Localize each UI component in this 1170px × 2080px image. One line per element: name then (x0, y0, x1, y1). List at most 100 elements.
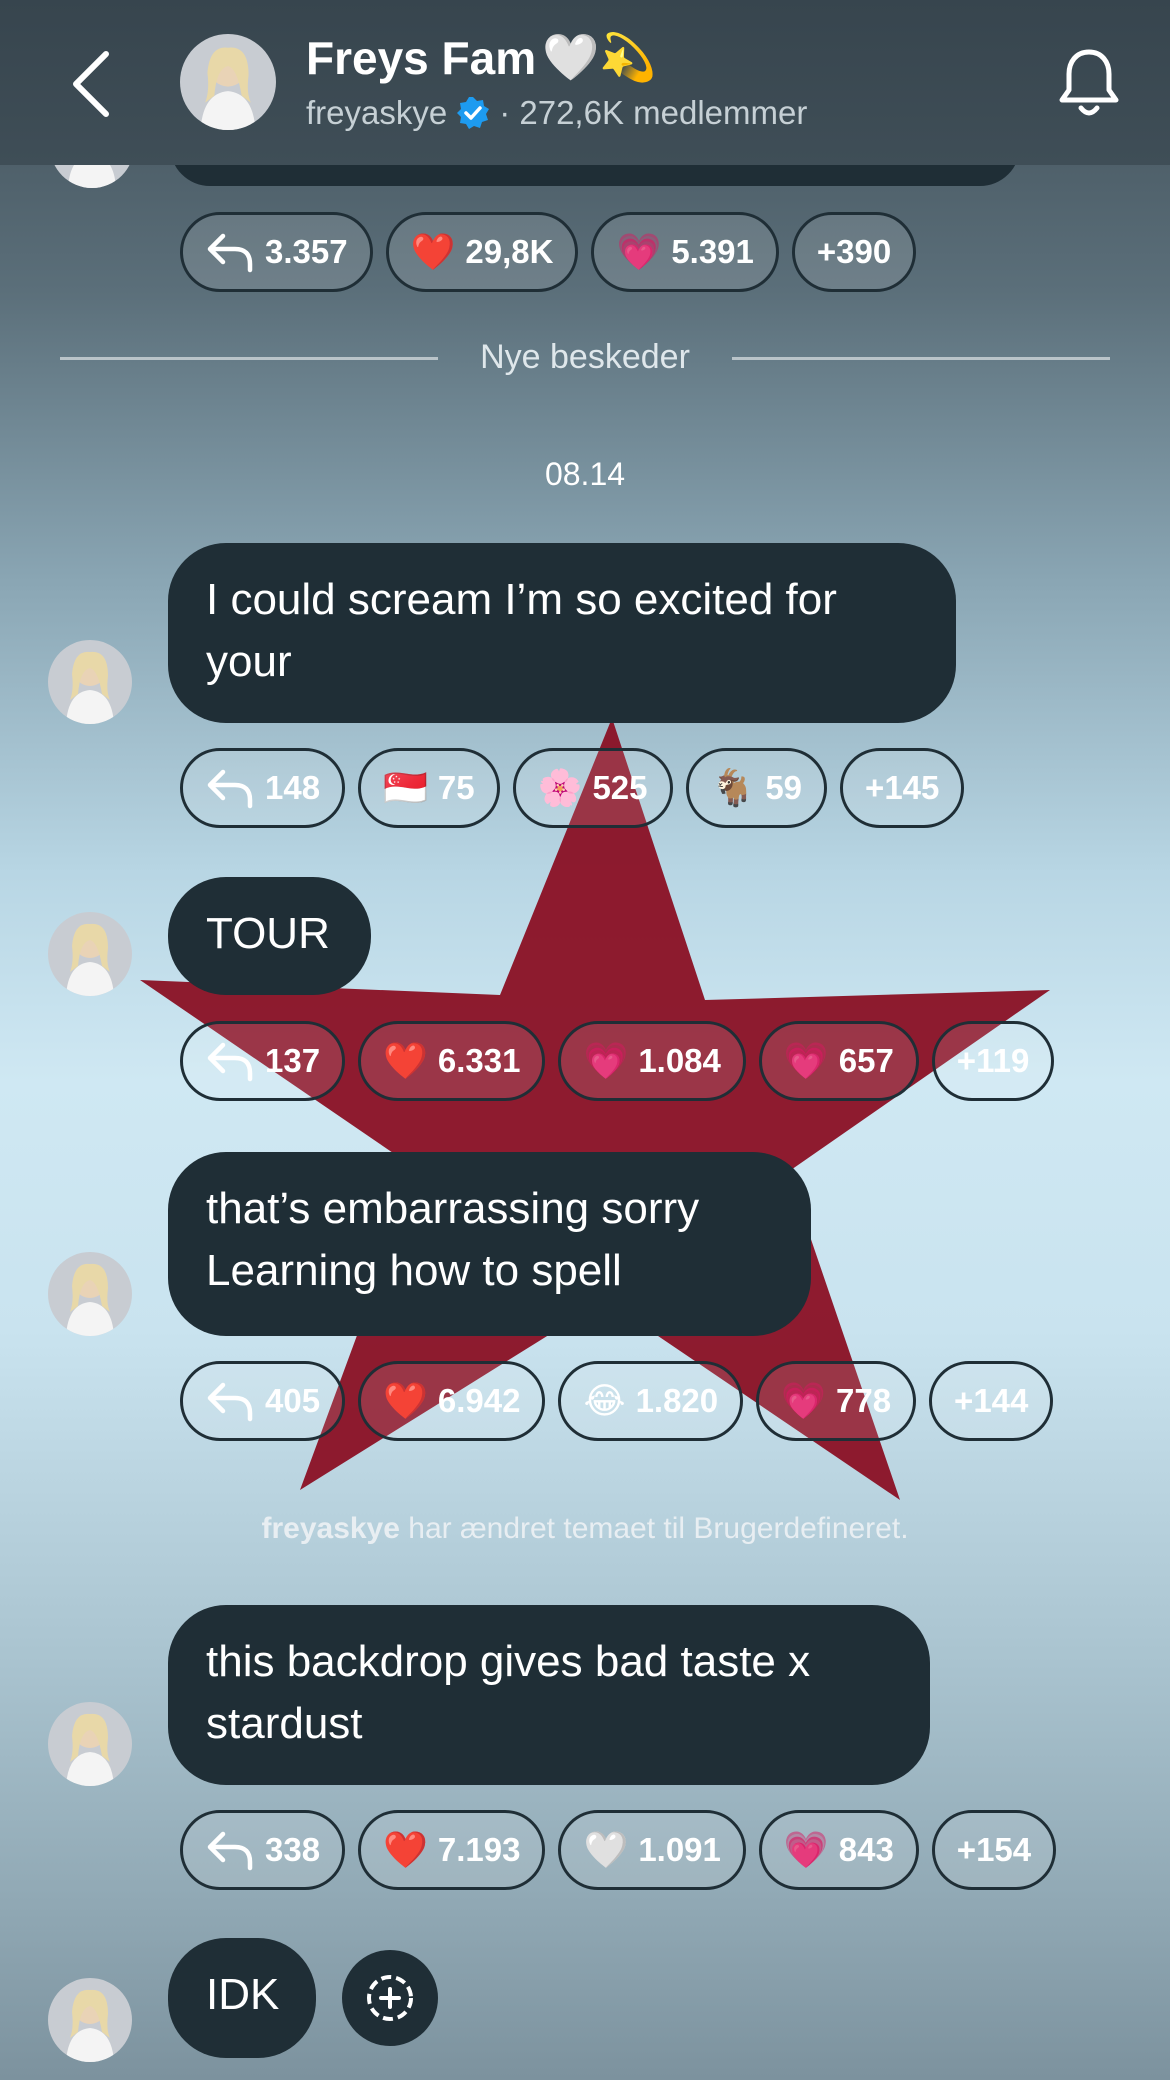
reaction-chip[interactable]: 💗 843 (758, 1810, 919, 1890)
reply-icon (207, 233, 253, 273)
reaction-row: 137 ❤️ 6.331 💗 1.084 💗 657 +119 (180, 1021, 1055, 1101)
reaction-count: 1.820 (635, 1382, 719, 1419)
reaction-count: 6.331 (437, 1042, 521, 1079)
sender-avatar[interactable] (48, 1252, 132, 1336)
more-reactions-button[interactable]: +145 (840, 748, 965, 828)
message-bubble[interactable]: IDK (168, 1938, 316, 2058)
reaction-emoji: ❤️ (383, 1829, 428, 1870)
more-reactions-button[interactable]: +154 (931, 1810, 1057, 1890)
reply-icon (207, 769, 253, 809)
reaction-emoji: 💗 (781, 1380, 826, 1421)
reaction-count: +145 (865, 769, 940, 806)
system-message: freyaskye har ændret temaet til Brugerde… (0, 1512, 1170, 1546)
reaction-count: 137 (265, 1042, 321, 1079)
reaction-emoji: 💗 (583, 1040, 629, 1081)
reaction-chip[interactable]: 💗 1.084 (558, 1021, 746, 1101)
reaction-count: +144 (954, 1382, 1029, 1419)
reaction-chip[interactable]: ❤️ 7.193 (358, 1810, 546, 1890)
reaction-emoji: ❤️ (383, 1380, 428, 1421)
reaction-count: +154 (956, 1831, 1032, 1868)
reply-icon (207, 1042, 253, 1082)
reaction-count: 338 (265, 1831, 321, 1868)
reaction-count: 3.357 (265, 233, 348, 270)
reaction-count: 6.942 (437, 1382, 521, 1419)
reaction-emoji: 🇸🇬 (383, 767, 428, 808)
reply-count-button[interactable]: 338 (180, 1810, 346, 1890)
reply-icon (207, 1831, 253, 1871)
reaction-row: 405 ❤️ 6.942 😂 1.820 💗 778 +144 (180, 1361, 1054, 1441)
group-subtitle: freyaskye · 272,6K medlemmer (306, 94, 807, 132)
reaction-count: 59 (765, 769, 803, 806)
reaction-emoji: 💗 (783, 1829, 829, 1870)
system-user: freyaskye (261, 1512, 400, 1545)
reaction-chip[interactable]: 💗 778 (756, 1361, 917, 1441)
bell-icon[interactable] (1056, 46, 1122, 120)
sender-avatar[interactable] (48, 912, 132, 996)
reaction-emoji: 😂 (583, 1380, 626, 1421)
reaction-count: 75 (437, 769, 475, 806)
reaction-chip[interactable]: 🐐 59 (685, 748, 828, 828)
reaction-count: 7.193 (437, 1831, 521, 1868)
owner-handle: freyaskye (306, 94, 448, 131)
verified-badge-icon (457, 97, 490, 129)
reaction-emoji: ❤️ (410, 231, 456, 272)
reaction-row: 148 🇸🇬 75 🌸 525 🐐 59 +145 (180, 748, 965, 828)
more-reactions-button[interactable]: +390 (791, 212, 917, 292)
sender-avatar[interactable] (48, 1978, 132, 2062)
message-bubble[interactable]: I could scream I’m so excited for your (168, 543, 956, 723)
sender-avatar[interactable] (48, 1702, 132, 1786)
reaction-emoji: 💗 (616, 231, 662, 272)
add-reaction-button[interactable] (342, 1950, 438, 2046)
back-chevron-icon[interactable] (62, 44, 122, 124)
group-avatar[interactable] (180, 34, 276, 130)
divider-line (60, 357, 438, 360)
reaction-chip[interactable]: ❤️ 29,8K (385, 212, 579, 292)
reaction-chip[interactable]: 💗 5.391 (591, 212, 779, 292)
reaction-emoji: 💗 (783, 1040, 829, 1081)
reaction-chip[interactable]: ❤️ 6.331 (358, 1021, 546, 1101)
more-reactions-button[interactable]: +119 (931, 1021, 1055, 1101)
reply-count-button[interactable]: 3.357 (180, 212, 373, 292)
new-messages-label: Nye beskeder (480, 338, 690, 376)
sender-avatar[interactable] (48, 640, 132, 724)
add-reaction-icon (367, 1975, 413, 2021)
group-emoji: 🤍💫 (542, 31, 657, 83)
reaction-emoji: 🐐 (710, 767, 756, 808)
chat-header: Freys Fam 🤍💫 freyaskye · 272,6K medlemme… (0, 0, 1170, 165)
system-text: har ændret temaet til Brugerdefineret. (399, 1512, 909, 1545)
divider-line (732, 357, 1110, 360)
reply-count-button[interactable]: 405 (180, 1361, 346, 1441)
reaction-emoji: 🌸 (537, 767, 583, 808)
reaction-chip[interactable]: 💗 657 (758, 1021, 919, 1101)
message-bubble[interactable]: TOUR (168, 877, 371, 995)
reaction-count: 525 (592, 769, 648, 806)
reaction-count: 29,8K (465, 233, 554, 270)
reaction-count: 1.091 (638, 1831, 721, 1868)
reaction-count: 5.391 (671, 233, 754, 270)
reaction-count: +390 (816, 233, 892, 270)
reaction-row: 338 ❤️ 7.193 🤍 1.091 💗 843 +154 (180, 1810, 1057, 1890)
reaction-emoji: ❤️ (383, 1040, 428, 1081)
reaction-chip[interactable]: 🇸🇬 75 (358, 748, 500, 828)
reaction-chip[interactable]: ❤️ 6.942 (358, 1361, 546, 1441)
message-bubble[interactable]: that’s embarrassing sorry Learning how t… (168, 1152, 811, 1336)
reaction-count: 657 (838, 1042, 894, 1079)
reaction-count: 405 (265, 1382, 321, 1419)
reaction-count: 1.084 (638, 1042, 721, 1079)
message-timestamp: 08.14 (544, 456, 626, 492)
reaction-row: 3.357 ❤️ 29,8K 💗 5.391 +390 (180, 212, 917, 292)
reply-icon (207, 1382, 253, 1422)
more-reactions-button[interactable]: +144 (929, 1361, 1054, 1441)
message-bubble[interactable]: this backdrop gives bad taste x stardust (168, 1605, 930, 1785)
group-title[interactable]: Freys Fam 🤍💫 (306, 30, 657, 85)
reaction-emoji: 🤍 (583, 1829, 629, 1870)
reaction-chip[interactable]: 🤍 1.091 (558, 1810, 746, 1890)
reaction-chip[interactable]: 🌸 525 (512, 748, 673, 828)
reaction-count: +119 (956, 1042, 1030, 1079)
reaction-chip[interactable]: 😂 1.820 (558, 1361, 744, 1441)
reaction-count: 148 (265, 769, 321, 806)
reaction-count: 778 (835, 1382, 892, 1419)
reply-count-button[interactable]: 137 (180, 1021, 346, 1101)
member-count: · 272,6K medlemmer (499, 94, 808, 131)
reply-count-button[interactable]: 148 (180, 748, 346, 828)
